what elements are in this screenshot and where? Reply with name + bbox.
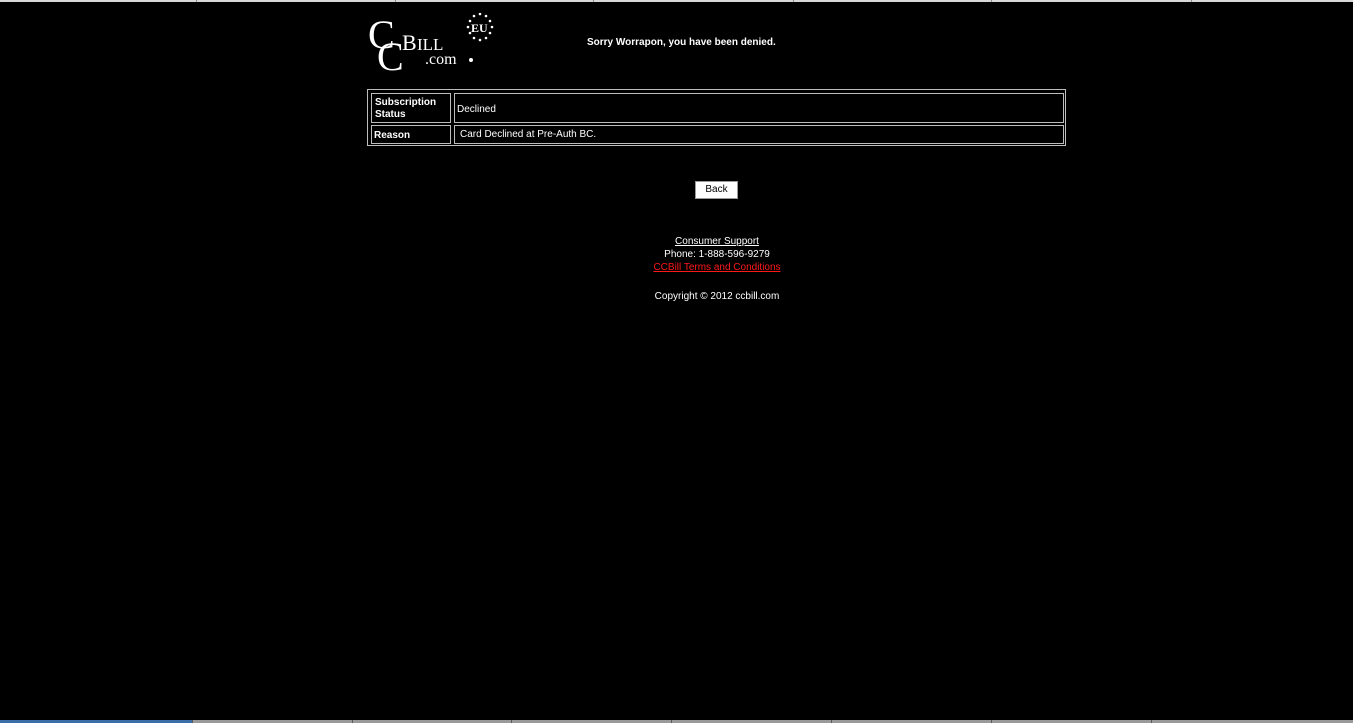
subscription-status-value: Declined [454, 93, 1064, 123]
subscription-status-label: Subscription Status [371, 93, 451, 123]
svg-text:C: C [377, 34, 404, 74]
denied-message: Sorry Worrapon, you have been denied. [587, 37, 776, 48]
footer: Consumer Support Phone: 1-888-596-9279 C… [567, 236, 867, 303]
svg-text:B: B [402, 30, 417, 55]
support-phone: Phone: 1-888-596-9279 [664, 249, 770, 260]
browser-top-strip [0, 0, 1353, 2]
copyright-text: Copyright © 2012 ccbill.com [654, 291, 780, 302]
terms-and-conditions-link[interactable]: CCBill Terms and Conditions [567, 262, 867, 275]
reason-label: Reason [371, 125, 451, 144]
ccbill-logo-icon: C C B ILL .com EU [368, 12, 494, 79]
ccbill-logo: C C B ILL .com EU [368, 10, 498, 79]
svg-text:EU: EU [471, 21, 488, 35]
subscription-status-table: Subscription Status Declined Reason Card… [367, 89, 1066, 146]
back-button[interactable]: Back [695, 181, 738, 199]
reason-value: Card Declined at Pre-Auth BC. [454, 125, 1064, 144]
svg-text:.com: .com [425, 51, 457, 68]
consumer-support-link[interactable]: Consumer Support [567, 236, 867, 249]
